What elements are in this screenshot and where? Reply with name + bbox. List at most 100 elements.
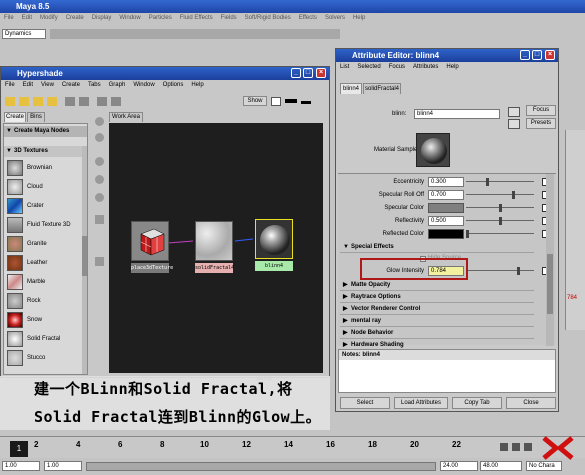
load-attributes-button[interactable]: Load Attributes [394,397,448,409]
maya-menu-help[interactable]: Help [353,13,365,23]
layout-icon-1[interactable] [271,97,281,106]
reflectivity-field[interactable]: 0.500 [428,216,464,226]
select-button[interactable]: Select [340,397,390,409]
side-tool-5[interactable] [95,193,104,202]
attr-tab-blinn[interactable]: blinn4 [340,83,362,94]
maya-menu-fluid[interactable]: Fluid Effects [180,13,213,23]
hs-menu-tabs[interactable]: Tabs [88,80,101,90]
eccentricity-field[interactable]: 0.300 [428,177,464,187]
slider-knob[interactable] [486,178,489,186]
maya-menu-particles[interactable]: Particles [149,13,172,23]
current-frame-marker[interactable]: 1 [10,441,28,457]
attr-menu-list[interactable]: List [340,62,349,72]
maya-menu-solvers[interactable]: Solvers [325,13,345,23]
slider-knob[interactable] [512,191,515,199]
attr-menu-focus[interactable]: Focus [389,62,405,72]
maya-menu-edit[interactable]: Edit [22,13,32,23]
hs-menu-create[interactable]: Create [62,80,80,90]
start-time-field[interactable]: 1.00 [2,461,40,471]
section-3d-textures[interactable]: ▼ 3D Textures [4,146,84,157]
texture-item-snow[interactable]: Snow [7,312,81,330]
maya-menu-file[interactable]: File [4,13,14,23]
node-solid-fractal[interactable]: solidFractal4 [195,221,234,275]
timeline[interactable]: 1 2 4 6 8 10 12 14 16 18 20 22 [0,436,585,458]
layout-icon-2[interactable] [285,99,297,103]
node-place3dtexture[interactable]: place3dTexture [131,221,173,275]
create-maya-nodes-header[interactable]: ▼ Create Maya Nodes [4,126,87,137]
side-tool-2[interactable] [95,133,104,142]
attr-scroll-thumb[interactable] [547,254,553,314]
play-forward-icon[interactable] [524,443,532,451]
section-matte-opacity[interactable]: ▶ Matte Opacity [340,280,534,291]
specular-color-swatch[interactable] [428,203,464,213]
attr-scrollbar[interactable] [546,174,554,346]
go-to-node-icon[interactable] [508,119,520,129]
attr-tab-solidfractal[interactable]: solidFractal4 [363,83,401,94]
glow-intensity-slider[interactable] [466,267,534,275]
section-vector-renderer[interactable]: ▶ Vector Renderer Control [340,304,534,315]
reflectivity-slider[interactable] [466,217,534,225]
layout-icon-3[interactable] [301,101,311,104]
hs-menu-file[interactable]: File [5,80,15,90]
focus-button[interactable]: Focus [526,105,556,116]
maya-menu-softrigid[interactable]: Soft/Rigid Bodies [245,13,291,23]
slider-knob[interactable] [466,230,469,238]
section-raytrace-options[interactable]: ▶ Raytrace Options [340,292,534,303]
show-button[interactable]: Show [243,96,267,106]
maya-menu-window[interactable]: Window [119,13,140,23]
blinn-name-field[interactable]: blinn4 [414,109,500,119]
scroll-thumb[interactable] [82,236,87,276]
slider-knob[interactable] [499,217,502,225]
playback-controls[interactable] [500,441,540,453]
toolbar-icon-3[interactable] [33,97,43,106]
maximize-button[interactable]: □ [303,68,313,78]
texture-item-solid-fractal[interactable]: Solid Fractal [7,331,81,349]
range-bar[interactable] [86,462,436,471]
attr-close-button[interactable]: × [545,50,555,60]
close-button[interactable]: × [316,68,326,78]
texture-item-fluid[interactable]: Fluid Texture 3D [7,217,81,235]
eccentricity-slider[interactable] [466,178,534,186]
maya-menu-create[interactable]: Create [66,13,84,23]
toolbar-icon-2[interactable] [19,97,29,106]
attr-menu-attributes[interactable]: Attributes [413,62,438,72]
notes-area[interactable]: Notes: blinn4 [338,349,556,393]
close-button-attr[interactable]: Close [506,397,556,409]
maya-menu-effects[interactable]: Effects [299,13,317,23]
maya-menu-modify[interactable]: Modify [40,13,58,23]
toolbar-icon-1[interactable] [5,97,15,106]
texture-item-brownian[interactable]: Brownian [7,160,81,178]
hs-menu-view[interactable]: View [41,80,54,90]
specular-roll-off-slider[interactable] [466,191,534,199]
hs-menu-graph[interactable]: Graph [109,80,126,90]
attr-menu-help[interactable]: Help [446,62,458,72]
hs-menu-options[interactable]: Options [163,80,184,90]
toolbar-icon-6[interactable] [79,97,89,106]
maya-menu-display[interactable]: Display [92,13,112,23]
work-area-canvas[interactable]: place3dTexture solidFractal4 blinn4 pers… [109,123,323,382]
toolbar-icon-7[interactable] [97,97,107,106]
side-tool-1[interactable] [95,117,104,126]
tab-create[interactable]: Create [4,112,26,122]
attr-maximize-button[interactable]: □ [532,50,542,60]
texture-item-cloud[interactable]: Cloud [7,179,81,197]
specular-color-slider[interactable] [466,204,534,212]
side-tool-3[interactable] [95,157,104,166]
side-tool-4[interactable] [95,175,104,184]
section-mental-ray[interactable]: ▶ mental ray [340,316,534,327]
texture-item-crater[interactable]: Crater [7,198,81,216]
side-tool-7[interactable] [95,257,104,266]
toolbar-icon-4[interactable] [47,97,57,106]
node-blinn[interactable]: blinn4 [255,219,293,273]
texture-item-rock[interactable]: Rock [7,293,81,311]
hs-menu-help[interactable]: Help [191,80,203,90]
texture-item-marble[interactable]: Marble [7,274,81,292]
slider-knob[interactable] [499,204,502,212]
toolbar-icon-8[interactable] [111,97,121,106]
reflected-color-slider[interactable] [466,230,534,238]
minimize-button[interactable]: _ [291,68,301,78]
texture-item-leather[interactable]: Leather [7,255,81,273]
tab-bins[interactable]: Bins [27,112,45,122]
hs-menu-edit[interactable]: Edit [23,80,33,90]
section-special-effects[interactable]: ▼ Special Effects [340,242,534,253]
